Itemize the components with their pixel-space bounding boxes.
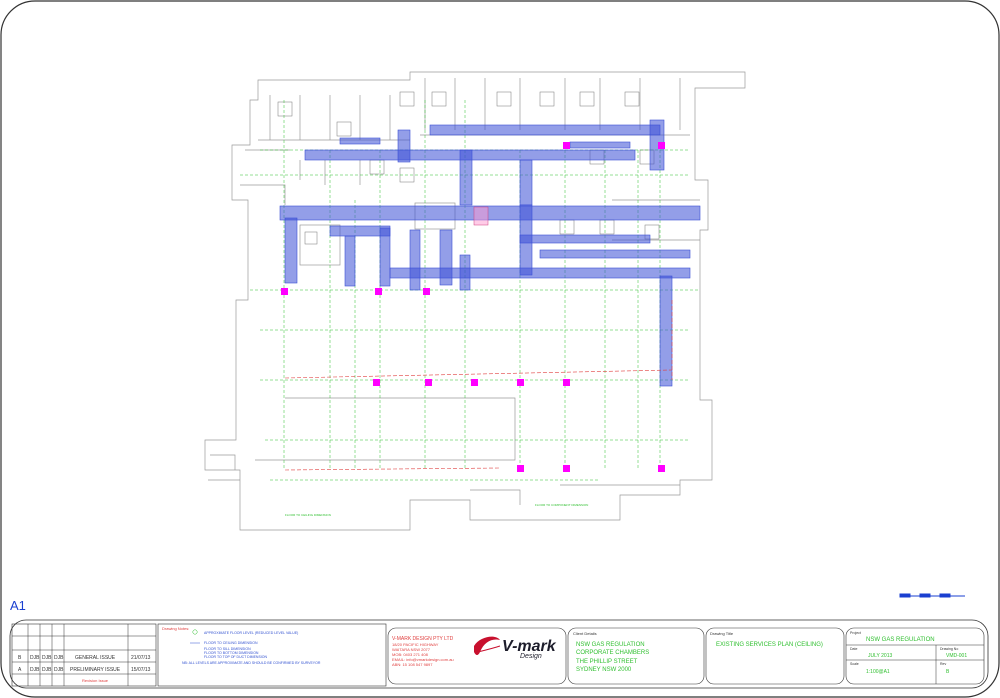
rev-a-app: DJB <box>54 667 64 673</box>
rev-a-by: DJB <box>30 667 40 673</box>
structural-column <box>281 288 288 295</box>
drawing-title-heading: Drawing Title <box>710 631 734 636</box>
drawing-title-value: EXISTING SERVICES PLAN (CEILING) <box>716 642 823 648</box>
rev-b-app: DJB <box>54 655 64 661</box>
sheet-size-label: A1 <box>10 598 26 613</box>
structural-column <box>423 288 430 295</box>
notes-heading: Drawing Notes: <box>162 626 189 631</box>
rev-footer: Revision Issue <box>82 678 109 683</box>
rev-b-chk: DJB <box>42 655 52 661</box>
note-6: NB: ALL LEVELS ARE APPROXIMATE AND SHOUL… <box>182 661 321 665</box>
note-2: FLOOR TO CEILING DIMENSION <box>204 641 258 645</box>
structural-column <box>517 465 524 472</box>
structural-column <box>375 288 382 295</box>
sheet-border <box>0 0 1000 698</box>
rev-b-date: 21/07/13 <box>131 655 151 661</box>
rev-a-chk: DJB <box>42 667 52 673</box>
rev-label: Rev <box>940 662 946 666</box>
plan-label-right: FLOOR TO COMPONENT DIMENSION <box>535 503 588 507</box>
structural-column <box>517 379 524 386</box>
project-value: NSW GAS REGULATION <box>866 637 935 643</box>
drawing-sheet: FLOOR TO CEILING DIMENSION FLOOR TO COMP… <box>0 0 1000 698</box>
structural-column <box>658 142 665 149</box>
client-line-1: NSW GAS REGULATION <box>576 642 645 648</box>
note-5: FLOOR TO TOP OF DUCT DIMENSION <box>204 655 267 659</box>
structural-column <box>471 379 478 386</box>
logo-sub-text: Design <box>520 653 542 660</box>
structural-column <box>658 465 665 472</box>
drawing-no-label: Drawing No <box>940 647 958 651</box>
structural-column <box>563 142 570 149</box>
structural-column <box>563 465 570 472</box>
rev-a-date: 15/07/13 <box>131 667 151 673</box>
client-line-3: THE PHILLIP STREET <box>576 659 638 665</box>
structural-column <box>425 379 432 386</box>
note-1: APPROXIMATE FLOOR LEVEL (REDUCED LEVEL V… <box>204 631 298 635</box>
client-heading: Client Details <box>573 631 597 636</box>
structural-column <box>563 379 570 386</box>
project-label: Project <box>850 631 861 635</box>
rev-b-desc: GENERAL ISSUE <box>75 655 116 661</box>
scale-value: 1:100@A1 <box>866 669 890 675</box>
date-label: Date <box>850 647 857 651</box>
drawing-no-value: VMD-001 <box>946 653 967 659</box>
client-line-4: SYDNEY NSW 2000 <box>576 667 632 673</box>
client-line-2: CORPORATE CHAMBERS <box>576 650 649 656</box>
plan-label-left: FLOOR TO CEILING DIMENSION <box>285 513 331 517</box>
rev-b-by: DJB <box>30 655 40 661</box>
company-abn: ABN: 15 108 547 9897 <box>392 662 433 667</box>
structural-column <box>373 379 380 386</box>
date-value: JULY 2013 <box>868 653 892 659</box>
rev-a-desc: PRELIMINARY ISSUE <box>70 667 121 673</box>
scale-label: Scale <box>850 662 859 666</box>
